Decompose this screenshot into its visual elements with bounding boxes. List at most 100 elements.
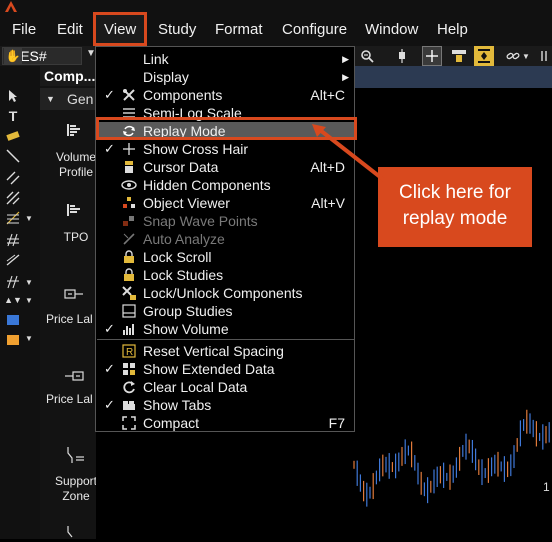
channel-tool-icon[interactable]: [4, 170, 22, 186]
eye-icon: [121, 177, 137, 193]
pointer-tool-icon[interactable]: [4, 88, 22, 104]
check-icon: ✓: [104, 361, 115, 376]
link-icon[interactable]: [503, 46, 523, 66]
menu-file[interactable]: File: [12, 21, 36, 38]
menu-item-label: Auto Analyze: [143, 231, 225, 247]
wand-icon: [121, 231, 137, 247]
collapse-icon[interactable]: ▼: [46, 88, 55, 110]
menu-item-display[interactable]: Display ▶: [97, 68, 355, 86]
menu-item-reset-vertical-spacing[interactable]: R Reset Vertical Spacing: [97, 342, 355, 360]
volume-icon: [121, 321, 137, 337]
fork-tool-icon[interactable]: [4, 190, 22, 206]
components-group-label: Gen: [67, 91, 94, 107]
arrows-tool-icon[interactable]: ▲▼: [4, 292, 22, 308]
menu-edit[interactable]: Edit: [57, 21, 83, 38]
menu-item-shortcut: Alt+V: [311, 195, 345, 211]
lock-icon: [121, 249, 137, 265]
menu-item-label: Group Studies: [143, 303, 233, 319]
menu-help[interactable]: Help: [437, 21, 468, 38]
menu-configure[interactable]: Configure: [282, 21, 347, 38]
text-tool-icon[interactable]: T: [4, 108, 22, 124]
candle-icon[interactable]: [392, 46, 412, 66]
autoscale-icon[interactable]: [474, 46, 494, 66]
components-group-row[interactable]: ▼ Gen: [40, 88, 100, 110]
gann-tool-icon[interactable]: [4, 274, 22, 290]
zoom-icon[interactable]: [357, 46, 377, 66]
trend-tool-icon[interactable]: [4, 252, 22, 268]
menu-item-lock-studies[interactable]: Lock Studies: [97, 266, 355, 284]
menu-separator: [97, 339, 355, 340]
menu-item-object-viewer[interactable]: Object Viewer Alt+V: [97, 194, 355, 212]
tpo-icon[interactable]: [66, 202, 82, 221]
app-logo-icon: [5, 1, 17, 12]
replay-callout: Click here for replay mode: [378, 167, 532, 247]
components-panel-title: Comp...: [40, 66, 100, 86]
link-dropdown-icon[interactable]: ▼: [521, 46, 531, 66]
fib-dropdown-icon[interactable]: ▼: [25, 214, 33, 223]
menu-view[interactable]: View: [104, 21, 136, 38]
submenu-arrow-icon: ▶: [342, 54, 349, 64]
arrows-dropdown-icon[interactable]: ▼: [25, 296, 33, 305]
title-bar: [0, 0, 552, 12]
price-label-icon[interactable]: [64, 287, 84, 303]
menu-item-snap-wave-points: Snap Wave Points: [97, 212, 355, 230]
menu-item-show-tabs[interactable]: ✓ Show Tabs: [97, 396, 355, 414]
menu-item-components[interactable]: ✓ Components Alt+C: [97, 86, 355, 104]
submenu-arrow-icon: ▶: [342, 72, 349, 82]
price-candles: [353, 409, 550, 507]
group-icon: [121, 303, 137, 319]
menu-item-group-studies[interactable]: Group Studies: [97, 302, 355, 320]
menu-item-compact[interactable]: Compact F7: [97, 414, 355, 432]
menu-format[interactable]: Format: [215, 21, 263, 38]
resistance-zone-icon[interactable]: [66, 525, 78, 542]
menu-item-label: Display: [143, 69, 189, 85]
color-blue-icon[interactable]: [4, 312, 22, 328]
tabs-icon: [121, 397, 137, 413]
menu-item-lock-scroll[interactable]: Lock Scroll: [97, 248, 355, 266]
tools-lock-icon: [121, 285, 137, 301]
snap-icon: [121, 213, 137, 229]
menu-study[interactable]: Study: [158, 21, 196, 38]
crosshair-toggle-icon[interactable]: [422, 46, 442, 66]
crosshair-icon: [121, 141, 137, 157]
check-icon: ✓: [104, 321, 115, 336]
menu-item-lock-unlock-components[interactable]: Lock/Unlock Components: [97, 284, 355, 302]
cursor-data-icon: [121, 159, 137, 175]
menu-item-label: Show Cross Hair: [143, 141, 249, 157]
ruler-tool-icon[interactable]: [4, 128, 22, 144]
menu-item-label: Reset Vertical Spacing: [143, 343, 284, 359]
lock-icon: [121, 267, 137, 283]
replay-callout-text: Click here for replay mode: [399, 182, 511, 229]
menu-item-label: Hidden Components: [143, 177, 271, 193]
color-dropdown-icon[interactable]: ▼: [25, 334, 33, 343]
extended-data-icon: [121, 361, 137, 377]
fib-tool-icon[interactable]: [4, 210, 22, 226]
price-label-alt-icon[interactable]: [64, 369, 84, 385]
menu-item-label: Link: [143, 51, 169, 67]
menu-item-label: Lock Scroll: [143, 249, 212, 265]
color-orange-icon[interactable]: [4, 332, 22, 348]
reset-spacing-icon: R: [121, 343, 137, 359]
chart-axis-fragment-icon: 1: [543, 480, 550, 494]
cursor-data-toggle-icon[interactable]: [449, 46, 469, 66]
gann-dropdown-icon[interactable]: ▼: [25, 278, 33, 287]
view-menu: Link ▶ Display ▶ ✓ Components Alt+C Semi-Log Sc…: [95, 46, 355, 432]
menu-item-label: Show Volume: [143, 321, 229, 337]
callout-arrow-icon: [312, 124, 386, 182]
menu-item-link[interactable]: Link ▶: [97, 50, 355, 68]
menu-window[interactable]: Window: [365, 21, 418, 38]
hand-tool-icon[interactable]: ✋: [4, 48, 22, 64]
menu-item-show-extended-data[interactable]: ✓ Show Extended Data: [97, 360, 355, 378]
menu-item-label: Snap Wave Points: [143, 213, 258, 229]
volume-profile-icon[interactable]: [66, 122, 82, 141]
grid-tool-icon[interactable]: [4, 232, 22, 248]
line-tool-icon[interactable]: [4, 148, 22, 164]
more-toolbar-icon[interactable]: [536, 46, 552, 66]
menu-item-shortcut: F7: [328, 415, 345, 431]
support-zone-icon[interactable]: [66, 446, 86, 467]
clear-icon: [121, 379, 137, 395]
menu-item-clear-local-data[interactable]: Clear Local Data: [97, 378, 355, 396]
menu-item-show-volume[interactable]: ✓ Show Volume: [97, 320, 355, 338]
tools-icon: [121, 87, 137, 103]
menu-item-label: Show Tabs: [143, 397, 212, 413]
